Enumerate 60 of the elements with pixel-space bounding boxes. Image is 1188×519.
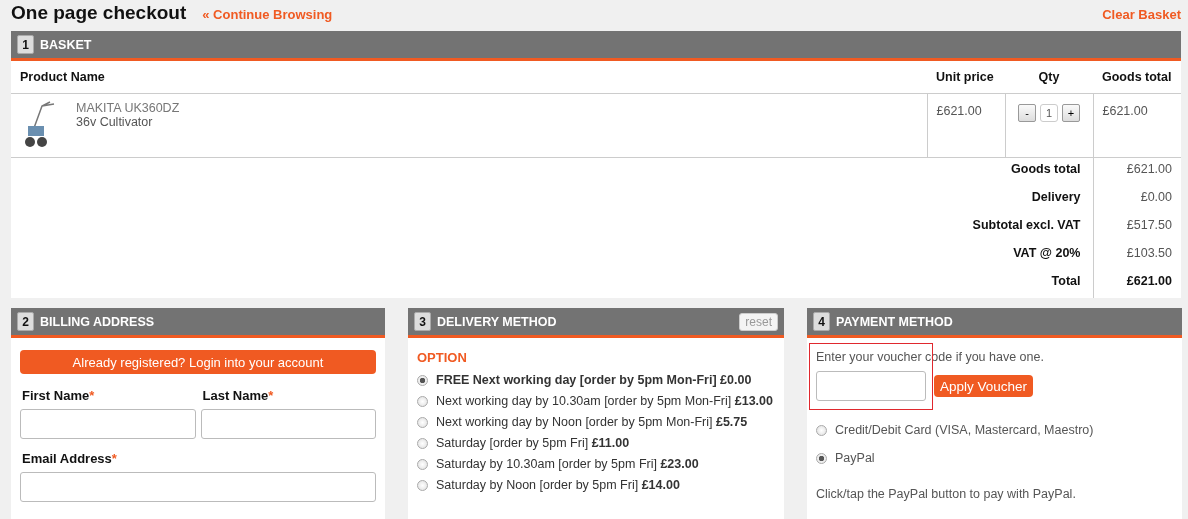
continue-browsing-link[interactable]: « Continue Browsing bbox=[202, 7, 333, 22]
login-button[interactable]: Already registered? Login into your account bbox=[20, 350, 376, 374]
step-number: 2 bbox=[17, 312, 34, 331]
option-heading: OPTION bbox=[417, 350, 468, 365]
total-label: VAT @ 20% bbox=[11, 242, 1093, 270]
delivery-option-label: Saturday by Noon [order by 5pm Fri] £14.00 bbox=[436, 478, 680, 492]
field-label: Email Address* bbox=[22, 451, 118, 466]
field-label: Last Name* bbox=[202, 388, 275, 403]
panel-title: PAYMENT METHOD bbox=[836, 314, 953, 329]
product-brand: MAKITA UK360DZ bbox=[76, 101, 180, 115]
payment-method-label: PayPal bbox=[835, 451, 875, 465]
radio-button[interactable] bbox=[417, 438, 428, 449]
delivery-option-label: Next working day by Noon [order by 5pm Mon-Fri] £5.75 bbox=[436, 415, 748, 429]
total-value: £621.00 bbox=[1093, 270, 1181, 298]
panel-title: DELIVERY METHOD bbox=[437, 314, 557, 329]
panel-title: BASKET bbox=[40, 37, 92, 52]
text-field[interactable] bbox=[20, 472, 376, 502]
text-field[interactable] bbox=[20, 409, 196, 439]
unit-price: £621.00 bbox=[927, 93, 1005, 158]
radio-button[interactable] bbox=[417, 417, 428, 428]
radio-button[interactable] bbox=[816, 425, 827, 436]
decrease-button[interactable]: - bbox=[1018, 104, 1036, 122]
delivery-option-label: Saturday [order by 5pm Fri] £11.00 bbox=[436, 436, 630, 450]
column-header: Unit price bbox=[927, 61, 1005, 94]
page-title: One page checkout bbox=[11, 2, 187, 24]
voucher-field[interactable] bbox=[816, 371, 926, 401]
increase-button[interactable]: + bbox=[1062, 104, 1080, 122]
total-label: Goods total bbox=[11, 157, 1093, 186]
apply-voucher-button[interactable]: Apply Voucher bbox=[934, 375, 1034, 397]
field-label: First Name* bbox=[22, 388, 96, 403]
total-label: Delivery bbox=[11, 186, 1093, 214]
total-value: £103.50 bbox=[1093, 242, 1181, 270]
step-number: 3 bbox=[414, 312, 431, 331]
column-header: Goods total bbox=[1093, 61, 1181, 94]
payment-method-label: Credit/Debit Card (VISA, Mastercard, Maestro) bbox=[835, 423, 1094, 437]
total-value: £621.00 bbox=[1093, 157, 1181, 186]
text-field[interactable] bbox=[200, 409, 376, 439]
quantity-field[interactable]: 1 bbox=[1040, 104, 1058, 122]
delivery-option-label: Next working day by 10.30am [order by 5pm Mon-Fri] £13.00 bbox=[436, 394, 773, 408]
radio-button[interactable] bbox=[816, 453, 827, 464]
reset-button[interactable]: reset bbox=[739, 312, 778, 331]
total-label: Subtotal excl. VAT bbox=[11, 214, 1093, 242]
column-header: Product Name bbox=[11, 61, 927, 94]
radio-button[interactable] bbox=[417, 396, 428, 407]
total-value: £517.50 bbox=[1093, 214, 1181, 242]
step-number: 1 bbox=[17, 35, 34, 54]
radio-button[interactable] bbox=[417, 459, 428, 470]
delivery-option-label: FREE Next working day [order by 5pm Mon-Fri] £0.00 bbox=[436, 373, 752, 387]
paypal-note: Click/tap the PayPal button to pay with PayPal. bbox=[816, 487, 1077, 501]
delivery-option-label: Saturday by 10.30am [order by 5pm Fri] £23.00 bbox=[436, 457, 699, 471]
clear-basket-link[interactable]: Clear Basket bbox=[1102, 7, 1181, 22]
panel-title: BILLING ADDRESS bbox=[40, 314, 155, 329]
step-number: 4 bbox=[813, 312, 830, 331]
radio-button[interactable] bbox=[417, 375, 428, 386]
total-value: £0.00 bbox=[1093, 186, 1181, 214]
radio-button[interactable] bbox=[417, 480, 428, 491]
goods-total: £621.00 bbox=[1093, 93, 1181, 158]
total-label: Total bbox=[11, 270, 1093, 298]
product-name: 36v Cultivator bbox=[76, 115, 154, 129]
column-header: Qty bbox=[1005, 61, 1093, 94]
